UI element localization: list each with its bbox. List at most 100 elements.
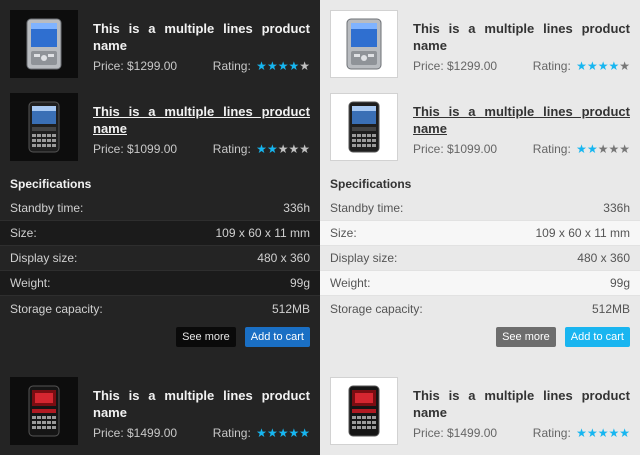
product-card: This is a multiple lines product name Pr… [10, 10, 310, 78]
product-name-link[interactable]: This is a multiple lines product name [93, 103, 310, 137]
light-theme-panel: This is a multiple lines product name Pr… [320, 0, 640, 455]
star-filled-icon: ★ [586, 142, 598, 156]
product-name-link[interactable]: This is a multiple lines product name [413, 103, 630, 137]
rating-label: Rating: [532, 142, 571, 156]
star-filled-icon: ★ [586, 59, 598, 73]
qwerty-phone-icon [28, 101, 60, 153]
spec-value: 109 x 60 x 11 mm [535, 226, 631, 240]
product-thumbnail[interactable] [10, 377, 78, 445]
star-filled-icon: ★ [277, 426, 289, 440]
spec-row: Standby time: 336h [320, 196, 640, 221]
star-empty-icon: ★ [619, 142, 630, 156]
spec-row: Weight: 99g [320, 271, 640, 296]
spec-label: Standby time: [10, 201, 84, 215]
product-thumbnail[interactable] [330, 377, 398, 445]
product-name[interactable]: This is a multiple lines product name [413, 387, 630, 421]
star-filled-icon: ★ [597, 426, 609, 440]
spec-value: 99g [609, 276, 630, 290]
product-card: This is a multiple lines product name Pr… [330, 10, 630, 78]
star-filled-icon: ★ [619, 426, 630, 440]
product-rating: Rating: ★★★★★ [213, 426, 310, 440]
star-filled-icon: ★ [608, 59, 620, 73]
product-thumbnail[interactable] [330, 93, 398, 161]
specifications-table: Standby time: 336h Size: 109 x 60 x 11 mm … [320, 196, 640, 321]
spec-value: 512MB [591, 301, 630, 316]
add-to-cart-button[interactable]: Add to cart [564, 327, 630, 347]
product-thumbnail[interactable] [10, 93, 78, 161]
star-empty-icon: ★ [597, 142, 609, 156]
rating-stars: ★★★★★ [576, 59, 630, 73]
star-filled-icon: ★ [288, 59, 300, 73]
product-rating: Rating: ★★★★★ [533, 142, 630, 156]
specifications-title: Specifications [10, 177, 92, 191]
rating-label: Rating: [212, 426, 251, 440]
spec-row: Display size: 480 x 360 [320, 246, 640, 271]
product-name[interactable]: This is a multiple lines product name [413, 20, 630, 54]
star-empty-icon: ★ [619, 59, 630, 73]
rating-label: Rating: [212, 59, 251, 73]
product-rating: Rating: ★★★★★ [213, 142, 310, 156]
spec-label: Size: [10, 226, 37, 240]
rating-stars: ★★★★★ [576, 142, 630, 156]
qwerty-phone-icon [348, 101, 380, 153]
spec-label: Display size: [10, 251, 78, 265]
pda-phone-icon [346, 18, 382, 70]
red-qwerty-phone-icon [348, 385, 380, 437]
spec-label: Weight: [10, 276, 51, 290]
product-price: Price: $1499.00 [93, 426, 178, 440]
star-filled-icon: ★ [608, 426, 620, 440]
rating-label: Rating: [532, 59, 571, 73]
star-filled-icon: ★ [576, 142, 587, 156]
product-price: Price: $1499.00 [413, 426, 498, 440]
spec-value: 480 x 360 [257, 251, 310, 265]
spec-row: Weight: 99g [0, 271, 320, 296]
star-filled-icon: ★ [277, 59, 289, 73]
product-thumbnail[interactable] [10, 10, 78, 78]
star-filled-icon: ★ [266, 426, 278, 440]
see-more-button[interactable]: See more [496, 327, 556, 347]
spec-label: Standby time: [330, 201, 404, 215]
product-price: Price: $1099.00 [413, 142, 498, 156]
spec-row: Display size: 480 x 360 [0, 246, 320, 271]
product-thumbnail[interactable] [330, 10, 398, 78]
product-rating: Rating: ★★★★★ [213, 59, 310, 73]
rating-stars: ★★★★★ [256, 426, 310, 440]
star-filled-icon: ★ [288, 426, 300, 440]
star-empty-icon: ★ [299, 59, 310, 73]
product-actions: See more Add to cart [496, 327, 630, 347]
spec-value: 109 x 60 x 11 mm [215, 226, 311, 240]
product-actions: See more Add to cart [176, 327, 310, 347]
spec-value: 336h [603, 201, 630, 215]
add-to-cart-button[interactable]: Add to cart [244, 327, 310, 347]
see-more-button[interactable]: See more [176, 327, 236, 347]
dark-theme-panel: This is a multiple lines product name Pr… [0, 0, 320, 455]
spec-value: 99g [289, 276, 310, 290]
spec-row: Storage capacity: 512MB [320, 296, 640, 321]
product-price: Price: $1299.00 [93, 59, 178, 73]
spec-value: 336h [283, 201, 310, 215]
spec-row: Size: 109 x 60 x 11 mm [320, 221, 640, 246]
product-rating: Rating: ★★★★★ [533, 59, 630, 73]
rating-stars: ★★★★★ [256, 142, 310, 156]
spec-row: Standby time: 336h [0, 196, 320, 221]
spec-row: Size: 109 x 60 x 11 mm [0, 221, 320, 246]
star-filled-icon: ★ [266, 142, 278, 156]
product-price: Price: $1299.00 [413, 59, 498, 73]
spec-label: Display size: [330, 251, 398, 265]
product-name[interactable]: This is a multiple lines product name [93, 387, 310, 421]
rating-stars: ★★★★★ [256, 59, 310, 73]
star-filled-icon: ★ [299, 426, 310, 440]
pda-phone-icon [26, 18, 62, 70]
spec-label: Weight: [330, 276, 371, 290]
star-filled-icon: ★ [586, 426, 598, 440]
product-name[interactable]: This is a multiple lines product name [93, 20, 310, 54]
specifications-table: Standby time: 336h Size: 109 x 60 x 11 mm … [0, 196, 320, 321]
star-empty-icon: ★ [288, 142, 300, 156]
star-filled-icon: ★ [576, 59, 587, 73]
specifications-title: Specifications [330, 177, 412, 191]
star-empty-icon: ★ [299, 142, 310, 156]
product-card: This is a multiple lines product name Pr… [10, 377, 310, 445]
star-filled-icon: ★ [256, 426, 267, 440]
product-price: Price: $1099.00 [93, 142, 178, 156]
star-filled-icon: ★ [597, 59, 609, 73]
